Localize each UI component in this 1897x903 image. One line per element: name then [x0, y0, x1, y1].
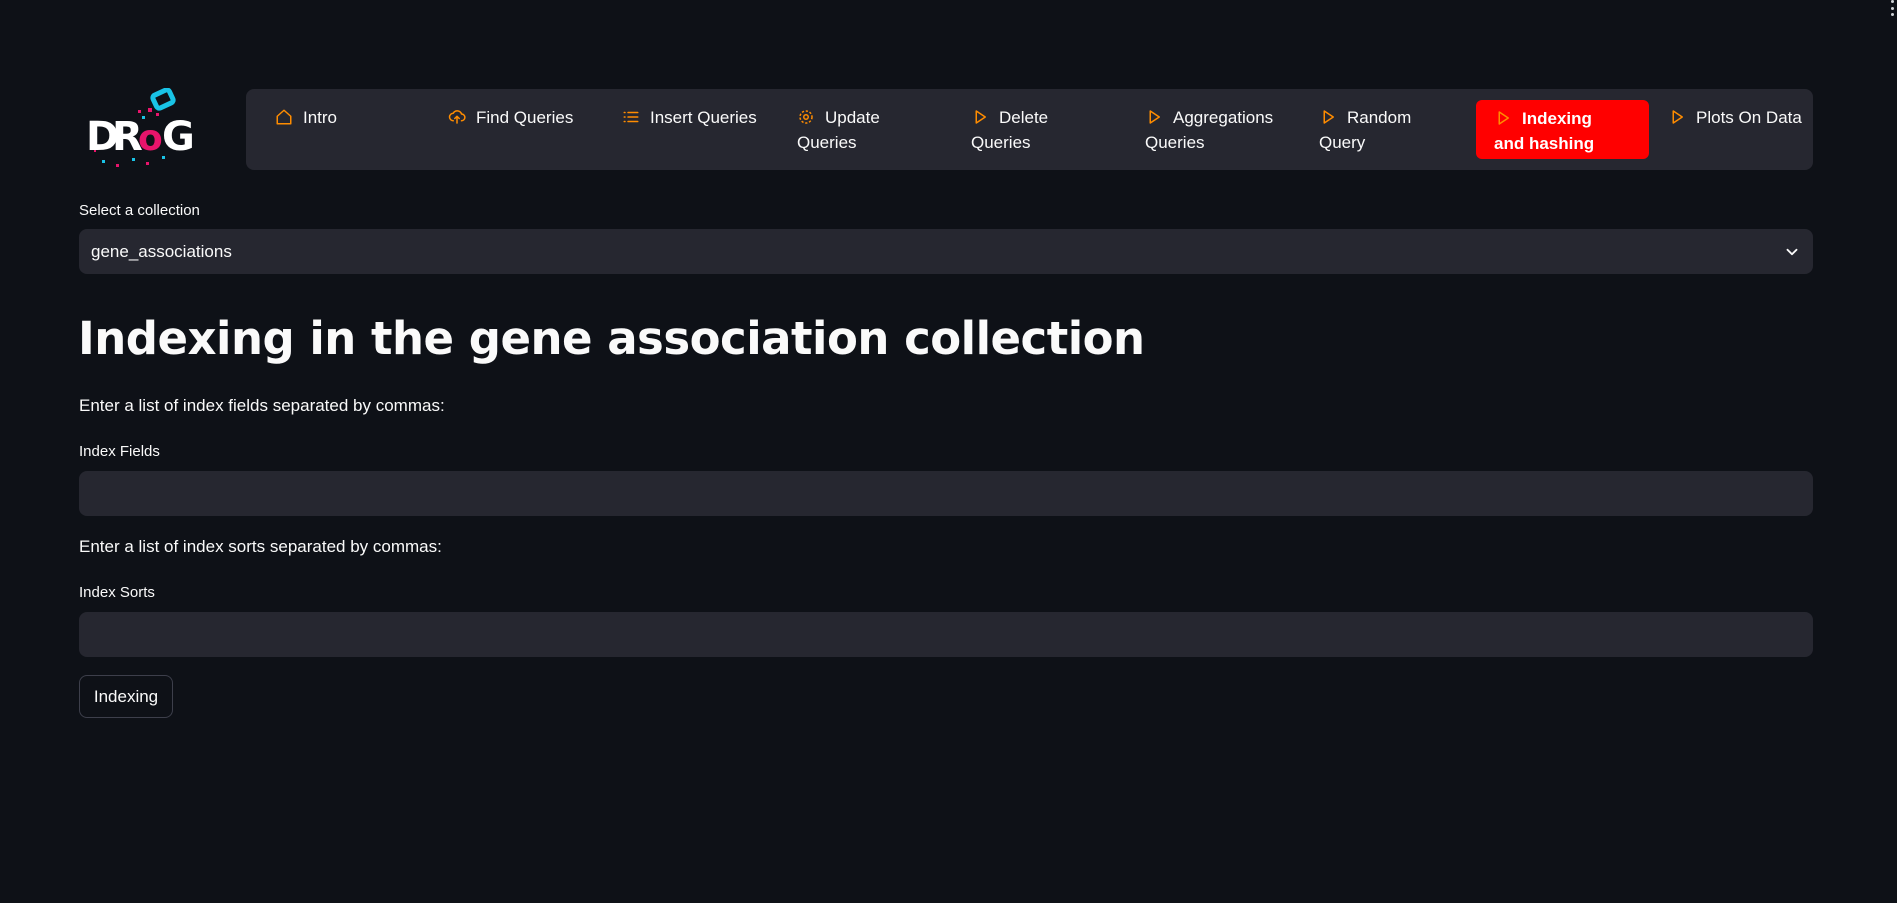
- svg-text:o: o: [138, 118, 163, 159]
- collection-select-value: gene_associations: [91, 241, 232, 261]
- nav-item-label-line2: Queries: [797, 133, 857, 152]
- svg-text:G: G: [162, 114, 192, 160]
- play-icon: [1668, 108, 1686, 126]
- indexing-button[interactable]: Indexing: [79, 675, 173, 718]
- nav-item-plots-on-data[interactable]: Plots On Data: [1668, 105, 1802, 130]
- cloud-upload-icon: [448, 108, 466, 126]
- top-nav: Intro Find Queries Insert Queries Update…: [246, 89, 1813, 170]
- nav-item-label: Insert Queries: [650, 108, 757, 127]
- nav-item-label: Aggregations: [1173, 108, 1274, 127]
- chevron-down-icon: [1783, 243, 1801, 261]
- nav-item-label-line2: Queries: [971, 133, 1031, 152]
- nav-item-label: Intro: [303, 108, 338, 127]
- list-icon: [622, 108, 640, 126]
- index-sorts-prompt: Enter a list of index sorts separated by…: [79, 537, 442, 556]
- nav-item-random-query[interactable]: Random Query: [1319, 105, 1411, 155]
- collection-select-label: Select a collection: [79, 202, 200, 219]
- nav-item-label-line2: Query: [1319, 133, 1366, 152]
- home-icon: [275, 108, 293, 126]
- nav-item-insert-queries[interactable]: Insert Queries: [622, 105, 757, 130]
- nav-item-update-queries[interactable]: Update Queries: [797, 105, 880, 155]
- nav-item-find-queries[interactable]: Find Queries: [448, 105, 573, 130]
- play-icon: [1494, 109, 1512, 127]
- nav-item-label: Indexing: [1522, 109, 1592, 128]
- nav-item-indexing-and-hashing[interactable]: Indexing and hashing: [1476, 100, 1649, 159]
- page-title: Indexing in the gene association collect…: [78, 312, 1145, 365]
- index-fields-input[interactable]: [79, 471, 1813, 516]
- nav-item-label: Update: [825, 108, 880, 127]
- index-fields-label: Index Fields: [79, 443, 160, 460]
- index-sorts-label: Index Sorts: [79, 584, 155, 601]
- app-page: D R o G Intro Find Queries Insert Querie…: [0, 0, 1897, 903]
- nav-item-label-line2: Queries: [1145, 133, 1205, 152]
- nav-item-intro[interactable]: Intro: [275, 105, 337, 130]
- nav-item-label: Plots On Data: [1696, 108, 1802, 127]
- play-icon: [1319, 108, 1337, 126]
- index-sorts-input[interactable]: [79, 612, 1813, 657]
- collection-select[interactable]: gene_associations: [79, 229, 1813, 274]
- nav-item-aggregations-queries[interactable]: Aggregations Queries: [1145, 105, 1273, 155]
- nav-item-label-line2: and hashing: [1494, 134, 1595, 153]
- nav-item-delete-queries[interactable]: Delete Queries: [971, 105, 1048, 155]
- index-fields-prompt: Enter a list of index fields separated b…: [79, 396, 445, 415]
- kebab-menu-icon[interactable]: [1889, 0, 1895, 16]
- nav-item-label: Random: [1347, 108, 1412, 127]
- app-logo: D R o G: [82, 87, 195, 170]
- nav-item-label: Delete: [999, 108, 1049, 127]
- play-icon: [1145, 108, 1163, 126]
- gear-icon: [797, 108, 815, 126]
- nav-item-label: Find Queries: [476, 108, 574, 127]
- play-icon: [971, 108, 989, 126]
